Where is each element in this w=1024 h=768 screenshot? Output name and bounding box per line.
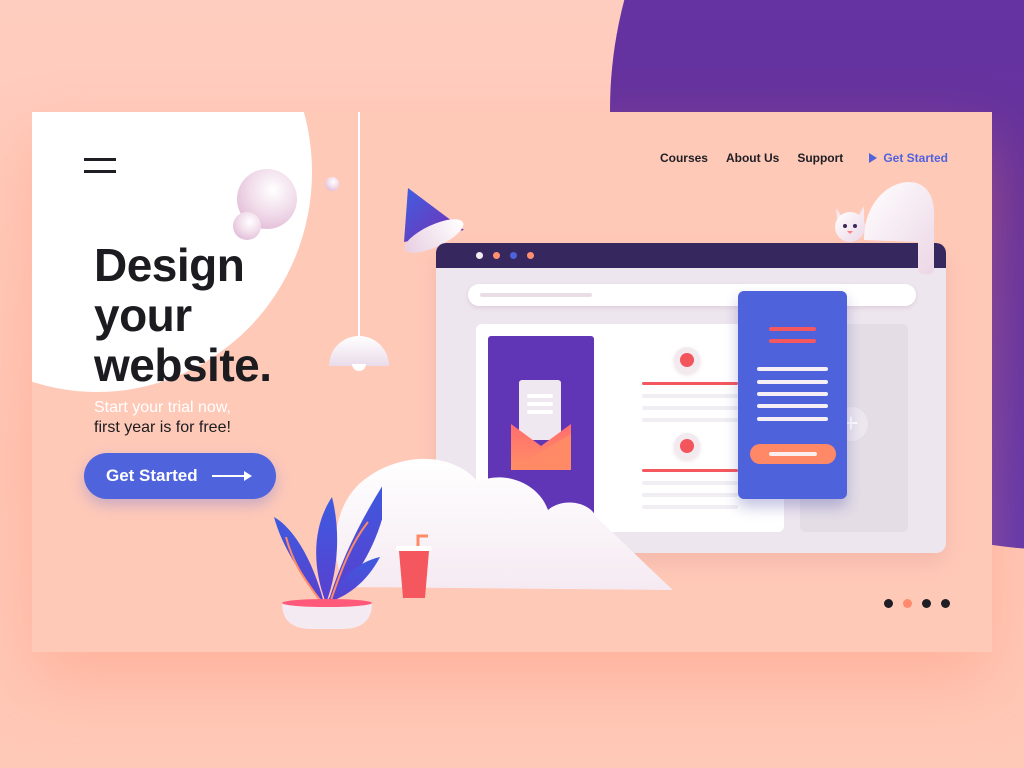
lamp-bulb <box>352 364 366 371</box>
nav-link-courses[interactable]: Courses <box>660 151 708 165</box>
hero-title-line: your <box>94 289 192 341</box>
cat-illustration-icon <box>835 182 934 275</box>
browser-dot <box>527 252 534 259</box>
get-started-button[interactable]: Get Started <box>84 453 276 499</box>
feed-avatar-dot <box>674 347 700 373</box>
feed-text-line <box>642 394 738 398</box>
browser-dot <box>493 252 500 259</box>
hero-title-line: Design <box>94 239 245 291</box>
play-triangle-icon <box>869 153 878 163</box>
hero-subtitle-line-2: first year is for free! <box>94 419 231 436</box>
hero-subtitle-line-1: Start your trial now, <box>94 399 231 416</box>
hanging-lamp-icon <box>329 336 389 366</box>
drink-cup-icon <box>396 534 432 598</box>
sphere-small-decoration <box>233 212 261 240</box>
signup-form-card <box>738 291 847 499</box>
form-field-line <box>757 367 828 371</box>
form-field-line <box>757 392 828 396</box>
form-title-line <box>769 339 816 343</box>
browser-url-bar <box>468 284 916 306</box>
pager-dot-1[interactable] <box>884 599 893 608</box>
nav-get-started-link[interactable]: Get Started <box>869 151 948 165</box>
landing-card: Courses About Us Support Get Started Des… <box>32 112 992 652</box>
feed-text-line <box>642 418 738 422</box>
form-field-line <box>757 417 828 421</box>
lamp-cord <box>358 112 360 340</box>
form-title-line <box>769 327 816 331</box>
form-submit-button-illustration <box>750 444 836 464</box>
potted-plant-icon <box>274 486 382 629</box>
feed-heading-line <box>642 382 738 385</box>
feed-text-line <box>642 406 738 410</box>
hero-title-line: website. <box>94 339 272 391</box>
top-nav: Courses About Us Support Get Started <box>660 151 948 165</box>
nav-link-about-us[interactable]: About Us <box>726 151 779 165</box>
slide-pager <box>884 599 950 608</box>
arrow-right-icon <box>211 471 252 481</box>
hero-title: Design your website. <box>94 240 272 390</box>
browser-dot <box>476 252 483 259</box>
get-started-button-label: Get Started <box>106 466 198 485</box>
pager-dot-3[interactable] <box>922 599 931 608</box>
pager-dot-2-active[interactable] <box>903 599 912 608</box>
nav-link-support[interactable]: Support <box>797 151 843 165</box>
pager-dot-4[interactable] <box>941 599 950 608</box>
nav-get-started-label: Get Started <box>883 151 948 165</box>
browser-dot <box>510 252 517 259</box>
hamburger-menu-icon[interactable] <box>84 158 116 174</box>
sphere-tiny-decoration <box>325 177 339 191</box>
feed-avatar-dot <box>674 433 700 459</box>
form-field-line <box>757 380 828 384</box>
form-field-line <box>757 404 828 408</box>
